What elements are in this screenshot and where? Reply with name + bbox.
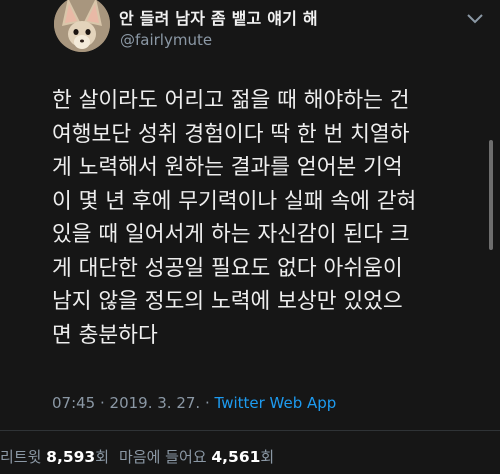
divider bbox=[0, 430, 500, 431]
source-app-link[interactable]: Twitter Web App bbox=[215, 394, 337, 412]
tweet-text: 한 살이라도 어리고 젊을 때 해야하는 건여행보단 성취 경험이다 딱 한 번… bbox=[52, 84, 462, 352]
meta-separator: · bbox=[95, 394, 110, 412]
tweet-stats: 리트윗 8,593회 마음에 들어요 4,561회 bbox=[0, 446, 274, 467]
like-label: 마음에 들어요 bbox=[119, 448, 212, 466]
tweet-date[interactable]: 2019. 3. 27. bbox=[110, 394, 201, 412]
tweet-card: 안 들려 남자 좀 뱉고 얘기 해 @fairlymute 한 살이라도 어리고… bbox=[0, 0, 500, 474]
retweet-unit: 회 bbox=[95, 448, 110, 466]
tweet-line: 게 대단한 성공일 필요도 없다 아쉬움이 bbox=[52, 255, 403, 281]
tweet-meta: 07:45 · 2019. 3. 27. · Twitter Web App bbox=[52, 394, 336, 412]
tweet-time[interactable]: 07:45 bbox=[52, 394, 95, 412]
tweet-line: 이 몇 년 후에 무기력이나 실패 속에 갇혀 bbox=[52, 188, 417, 214]
tweet-line: 있을 때 일어서게 하는 자신감이 된다 크 bbox=[52, 222, 410, 247]
retweet-count[interactable]: 8,593 bbox=[46, 448, 95, 466]
avatar[interactable] bbox=[54, 0, 110, 52]
scrollbar[interactable] bbox=[489, 140, 493, 250]
tweet-line: 여행보단 성취 경험이다 딱 한 번 치열하 bbox=[52, 121, 410, 147]
display-name[interactable]: 안 들려 남자 좀 뱉고 얘기 해 bbox=[119, 5, 318, 29]
retweet-label: 리트윗 bbox=[0, 448, 47, 466]
chevron-down-icon[interactable] bbox=[466, 13, 484, 25]
tweet-line: 게 노력해서 원하는 결과를 얻어본 기억 bbox=[52, 155, 403, 180]
meta-separator: · bbox=[200, 394, 215, 412]
tweet-line: 한 살이라도 어리고 젊을 때 해야하는 건 bbox=[52, 88, 410, 113]
like-unit: 회 bbox=[260, 448, 275, 466]
tweet-line: 면 충분하다 bbox=[52, 322, 158, 348]
like-count[interactable]: 4,561 bbox=[211, 448, 260, 466]
fennec-fox-avatar-icon bbox=[54, 0, 110, 52]
user-handle[interactable]: @fairlymute bbox=[120, 31, 212, 49]
tweet-line: 남지 않을 정도의 노력에 보상만 있었으 bbox=[52, 289, 403, 314]
